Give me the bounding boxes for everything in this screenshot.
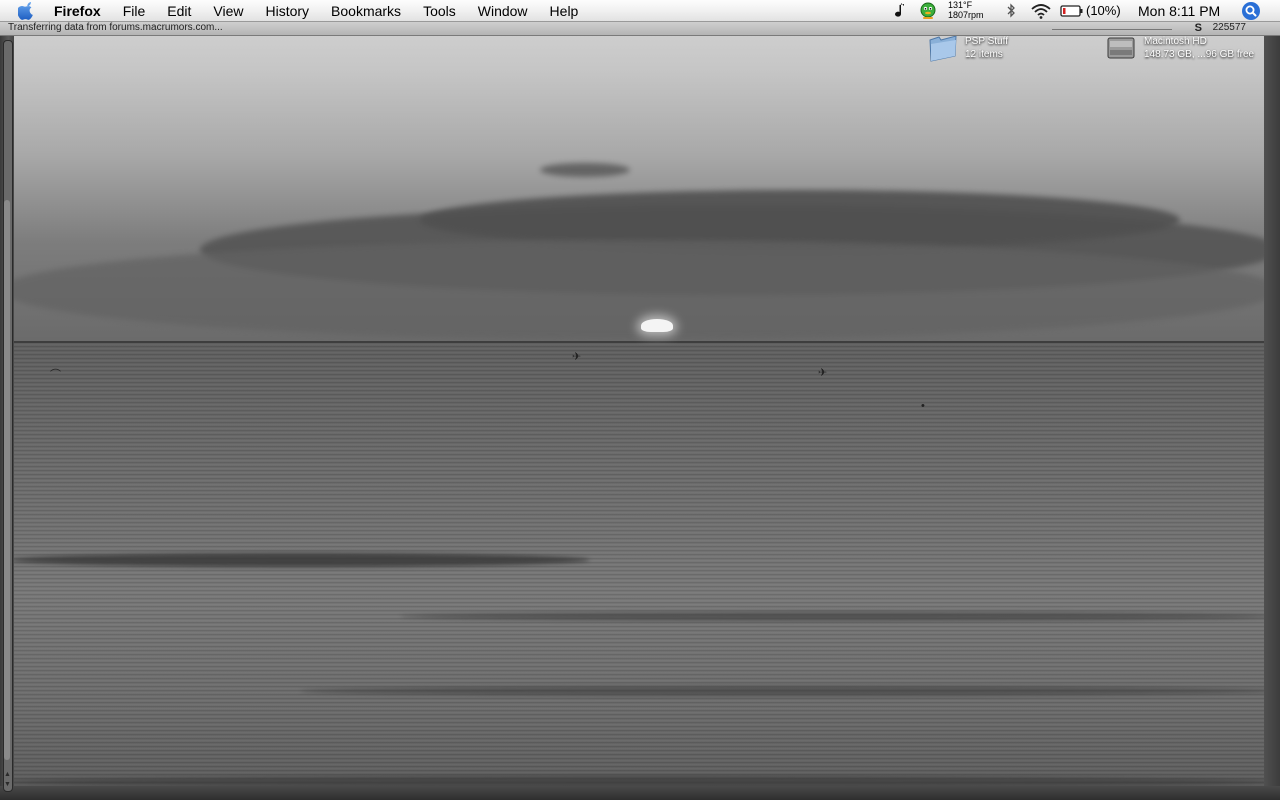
wallpaper-cloud [0,240,1280,340]
browser-status-bar: Transferring data from forums.macrumors.… [0,22,1280,36]
menu-help[interactable]: Help [550,0,579,22]
desktop-icon-name: PSP Stuff [965,36,1008,47]
music-note-icon[interactable] [891,0,907,22]
scroll-down-arrow-icon[interactable]: ▼ [3,780,12,789]
menu-items: Firefox File Edit View History Bookmarks… [54,0,600,22]
desktop-icon-macintosh-hd[interactable]: Macintosh HD 148.73 GB, ...96 GB free [1106,34,1276,64]
scrollbar-thumb[interactable] [4,200,10,760]
status-counter: 225577 [1212,22,1246,33]
bluetooth-icon[interactable] [1004,0,1018,22]
menu-app-firefox[interactable]: Firefox [54,0,101,22]
spotlight-icon[interactable] [1240,0,1262,22]
wallpaper-wave [400,612,1280,621]
temperature-value: 131°F [948,0,973,10]
window-frame-right [1264,22,1280,800]
fan-speed-value: 1807rpm [948,10,984,20]
folder-icon [929,35,957,62]
bird-icon: • [921,400,925,412]
menu-tools[interactable]: Tools [423,0,456,22]
wifi-icon[interactable] [1030,0,1052,22]
menu-file[interactable]: File [123,0,146,22]
window-frame-bottom [0,786,1280,800]
bird-icon: ⌒ [50,369,61,381]
wallpaper-horizon [0,341,1280,343]
wallpaper-sea [0,342,1280,800]
menubar: Firefox File Edit View History Bookmarks… [0,0,1280,22]
battery-icon[interactable] [1060,0,1084,22]
adium-duck-icon[interactable] [918,0,938,22]
wallpaper-cloud [540,163,630,177]
menu-view[interactable]: View [213,0,243,22]
menu-edit[interactable]: Edit [167,0,191,22]
bird-icon: ✈ [572,351,582,363]
status-text: Transferring data from forums.macrumors.… [8,22,223,33]
scroll-up-arrow-icon[interactable]: ▲ [3,770,12,779]
temperature-monitor[interactable]: 131°F 1807rpm [948,0,984,20]
desktop-icon-psp-stuff[interactable]: PSP Stuff 12 items [928,34,1018,64]
bird-icon: ✈ [818,367,828,379]
desktop: ⌒ ✈ ✈ • ▲ ▼ PSP Stuff 12 items Macintosh… [0,0,1280,800]
menu-bookmarks[interactable]: Bookmarks [331,0,401,22]
wallpaper-sun [641,319,673,332]
desktop-icon-name: Macintosh HD [1144,36,1207,47]
status-progress-line [1052,29,1172,30]
wallpaper-wave [300,686,1280,696]
menu-history[interactable]: History [265,0,309,22]
desktop-icon-info: 148.73 GB, ...96 GB free [1144,49,1255,60]
hard-drive-icon [1107,37,1135,59]
desktop-icon-info: 12 items [965,49,1003,60]
battery-percentage[interactable]: (10%) [1086,0,1121,22]
menubar-clock[interactable]: Mon 8:11 PM [1138,0,1220,22]
menu-window[interactable]: Window [478,0,528,22]
apple-menu-icon[interactable] [18,2,36,20]
status-symbol: S [1194,22,1202,34]
wallpaper-wave [10,553,590,567]
